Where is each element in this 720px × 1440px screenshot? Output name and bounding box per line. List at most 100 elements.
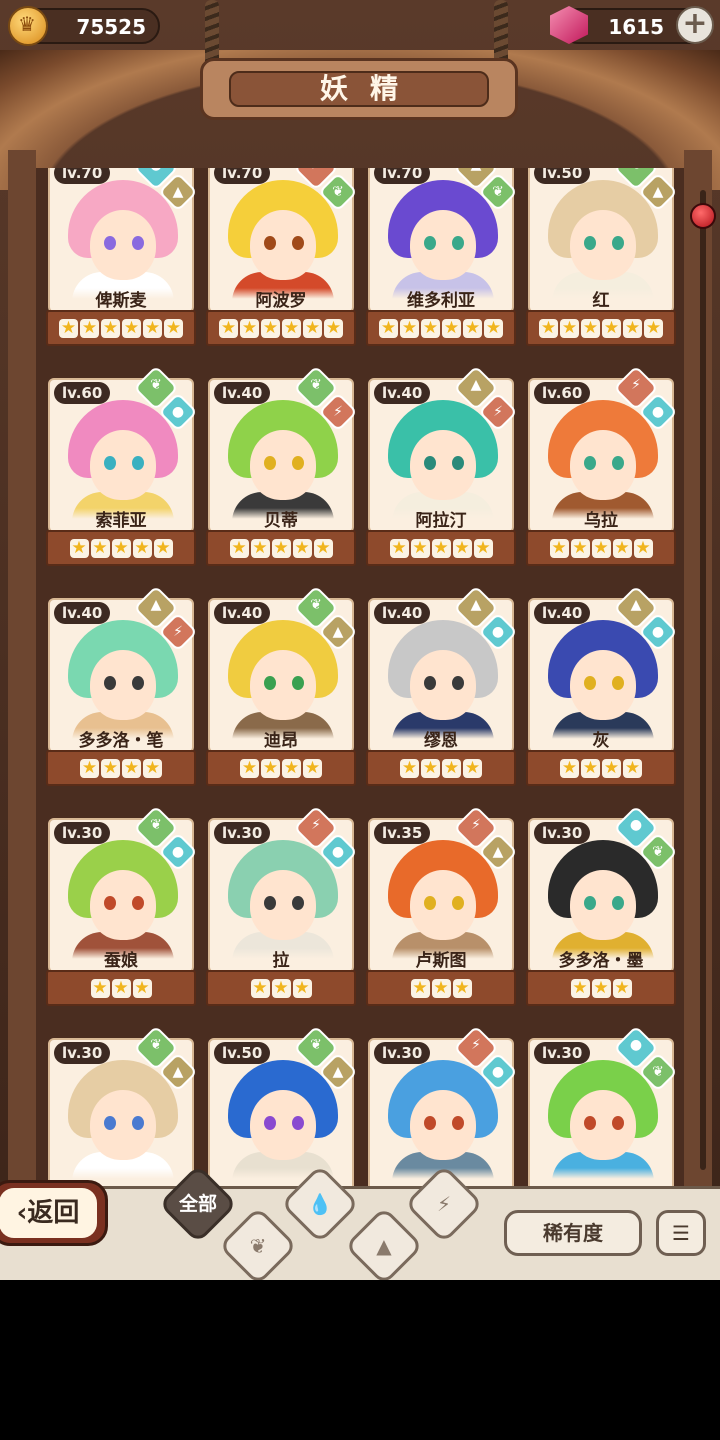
fairy-art [90,650,156,720]
sort-order-button[interactable]: ☰ [656,1210,706,1256]
fairy-card[interactable]: 俾斯麦lv.70●▲★★★★★★ [46,168,198,348]
fire-glyph: ⚡ [471,817,481,834]
star-icon: ★ [90,538,110,558]
earth-glyph: ▲ [492,844,504,860]
rarity-sort-button[interactable]: 稀有度 [504,1210,642,1256]
fire-glyph: ⚡ [471,1037,481,1054]
star-icon: ★ [303,318,322,338]
fairy-art [104,1116,116,1130]
fairy-card[interactable]: lv.30 ❦ ▲ [46,1025,198,1188]
frame-pillar-left [8,150,36,1200]
star-icon: ★ [101,758,120,778]
fairy-card[interactable]: 阿波罗lv.70⚡❦★★★★★★ [206,168,358,348]
title-sign: 妖精 [200,58,518,120]
star-icon: ★ [602,758,621,778]
earth-glyph: ▲ [630,597,642,614]
water-glyph: ● [651,624,665,640]
plus-icon[interactable]: + [676,6,714,44]
scrollbar-thumb[interactable] [690,203,716,229]
crown-coin-icon [8,6,48,46]
fairy-card[interactable]: 红lv.50❦▲★★★★★★ [526,168,678,348]
fairy-art [424,896,436,910]
fairy-card[interactable]: 灰 lv.40 ▲ ● ★ ★ ★ ★ [526,585,678,788]
level-badge: lv.70 [54,168,111,184]
star-icon: ★ [271,538,291,558]
star-rating: ★ ★ ★ ★ [46,750,196,786]
star-icon: ★ [303,758,322,778]
fire-glyph: ⚡ [333,404,343,420]
fairy-card[interactable]: 多多洛・墨 lv.30 ● ❦ ★ ★ ★ [526,805,678,1008]
fairy-art [410,1090,476,1160]
fairy-art [612,456,624,470]
fairy-card[interactable]: 索菲亚 lv.60 ❦ ● ★ ★ ★ ★ ★ [46,365,198,568]
fairy-art [570,650,636,720]
fairy-art [452,1116,464,1130]
fairy-collection-screen: 妖精 75525 1615 + 俾斯麦lv.70●▲★★★★★★阿波罗lv.70… [0,0,720,1280]
star-icon: ★ [463,318,482,338]
gem-amount: 1615 [608,15,664,39]
fairy-art [424,236,436,250]
star-icon: ★ [282,758,301,778]
star-rating: ★ ★ ★ [366,970,516,1006]
fairy-art [410,210,476,280]
fairy-art [612,896,624,910]
fairy-grid: 俾斯麦lv.70●▲★★★★★★阿波罗lv.70⚡❦★★★★★★维多利亚lv.7… [36,168,684,1188]
frame-pillar-right [684,150,712,1200]
star-icon: ★ [219,318,238,338]
earth-glyph: ▲ [470,377,482,394]
star-icon: ★ [581,318,600,338]
fairy-art [132,676,144,690]
water-glyph: ● [171,404,185,420]
star-icon: ★ [421,758,440,778]
gold-amount: 75525 [76,15,146,39]
fairy-card[interactable]: 贝蒂 lv.40 ❦ ⚡ ★ ★ ★ ★ ★ [206,365,358,568]
level-badge: lv.60 [54,382,111,404]
fairy-art [90,870,156,940]
star-icon: ★ [143,318,162,338]
earth-mountain-icon: ▲ [376,1234,392,1258]
fairy-card[interactable]: 迪昂 lv.40 ❦ ▲ ★ ★ ★ ★ [206,585,358,788]
fairy-card[interactable]: 乌拉 lv.60 ⚡ ● ★ ★ ★ ★ ★ [526,365,678,568]
fairy-card[interactable]: 蚕娘 lv.30 ❦ ● ★ ★ ★ [46,805,198,1008]
earth-glyph: ▲ [150,597,162,614]
star-icon: ★ [69,538,89,558]
star-icon: ★ [560,758,579,778]
fairy-art [132,456,144,470]
fairy-card[interactable]: lv.30 ● ❦ [526,1025,678,1188]
fire-glyph: ⚡ [307,168,325,174]
fairy-card[interactable]: 阿拉汀 lv.40 ▲ ⚡ ★ ★ ★ ★ ★ [366,365,518,568]
empty-area [0,1280,720,1440]
water-glyph: ● [491,1064,505,1080]
star-icon: ★ [623,758,642,778]
scrollbar-track[interactable] [700,190,706,1170]
fairy-art [292,676,304,690]
star-icon: ★ [431,538,451,558]
star-icon: ★ [90,978,110,998]
plant-glyph: ❦ [310,1037,322,1054]
star-icon: ★ [623,318,642,338]
fairy-card[interactable]: 多多洛・笔 lv.40 ▲ ⚡ ★ ★ ★ ★ [46,585,198,788]
pink-gem-icon [550,6,588,44]
fairy-art [132,1116,144,1130]
fairy-name: 灰 [592,731,610,751]
star-icon: ★ [229,538,249,558]
plant-glyph: ❦ [150,817,162,834]
fairy-art [250,650,316,720]
fairy-art [410,430,476,500]
back-button[interactable]: ‹返回 [0,1180,108,1246]
fire-volcano-icon: ⚡ [436,1192,452,1216]
fairy-card[interactable]: 拉 lv.30 ⚡ ● ★ ★ ★ [206,805,358,1008]
back-text: 返回 [27,1198,80,1228]
fairy-card[interactable]: lv.30 ⚡ ● [366,1025,518,1188]
fairy-card[interactable]: lv.50 ❦ ▲ [206,1025,358,1188]
star-rating: ★ ★ ★ ★ [526,750,676,786]
fairy-card[interactable]: 卢斯图 lv.35 ⚡ ▲ ★ ★ ★ [366,805,518,1008]
fairy-card[interactable]: 维多利亚lv.70▲❦★★★★★★ [366,168,518,348]
fairy-art [250,870,316,940]
star-rating: ★ ★ ★ ★ ★ [206,530,356,566]
fire-glyph: ⚡ [173,624,183,640]
fairy-name: 俾斯麦 [95,291,147,311]
star-icon: ★ [581,758,600,778]
level-badge: lv.30 [54,1042,111,1064]
fairy-card[interactable]: 缪恩 lv.40 ▲ ● ★ ★ ★ ★ [366,585,518,788]
